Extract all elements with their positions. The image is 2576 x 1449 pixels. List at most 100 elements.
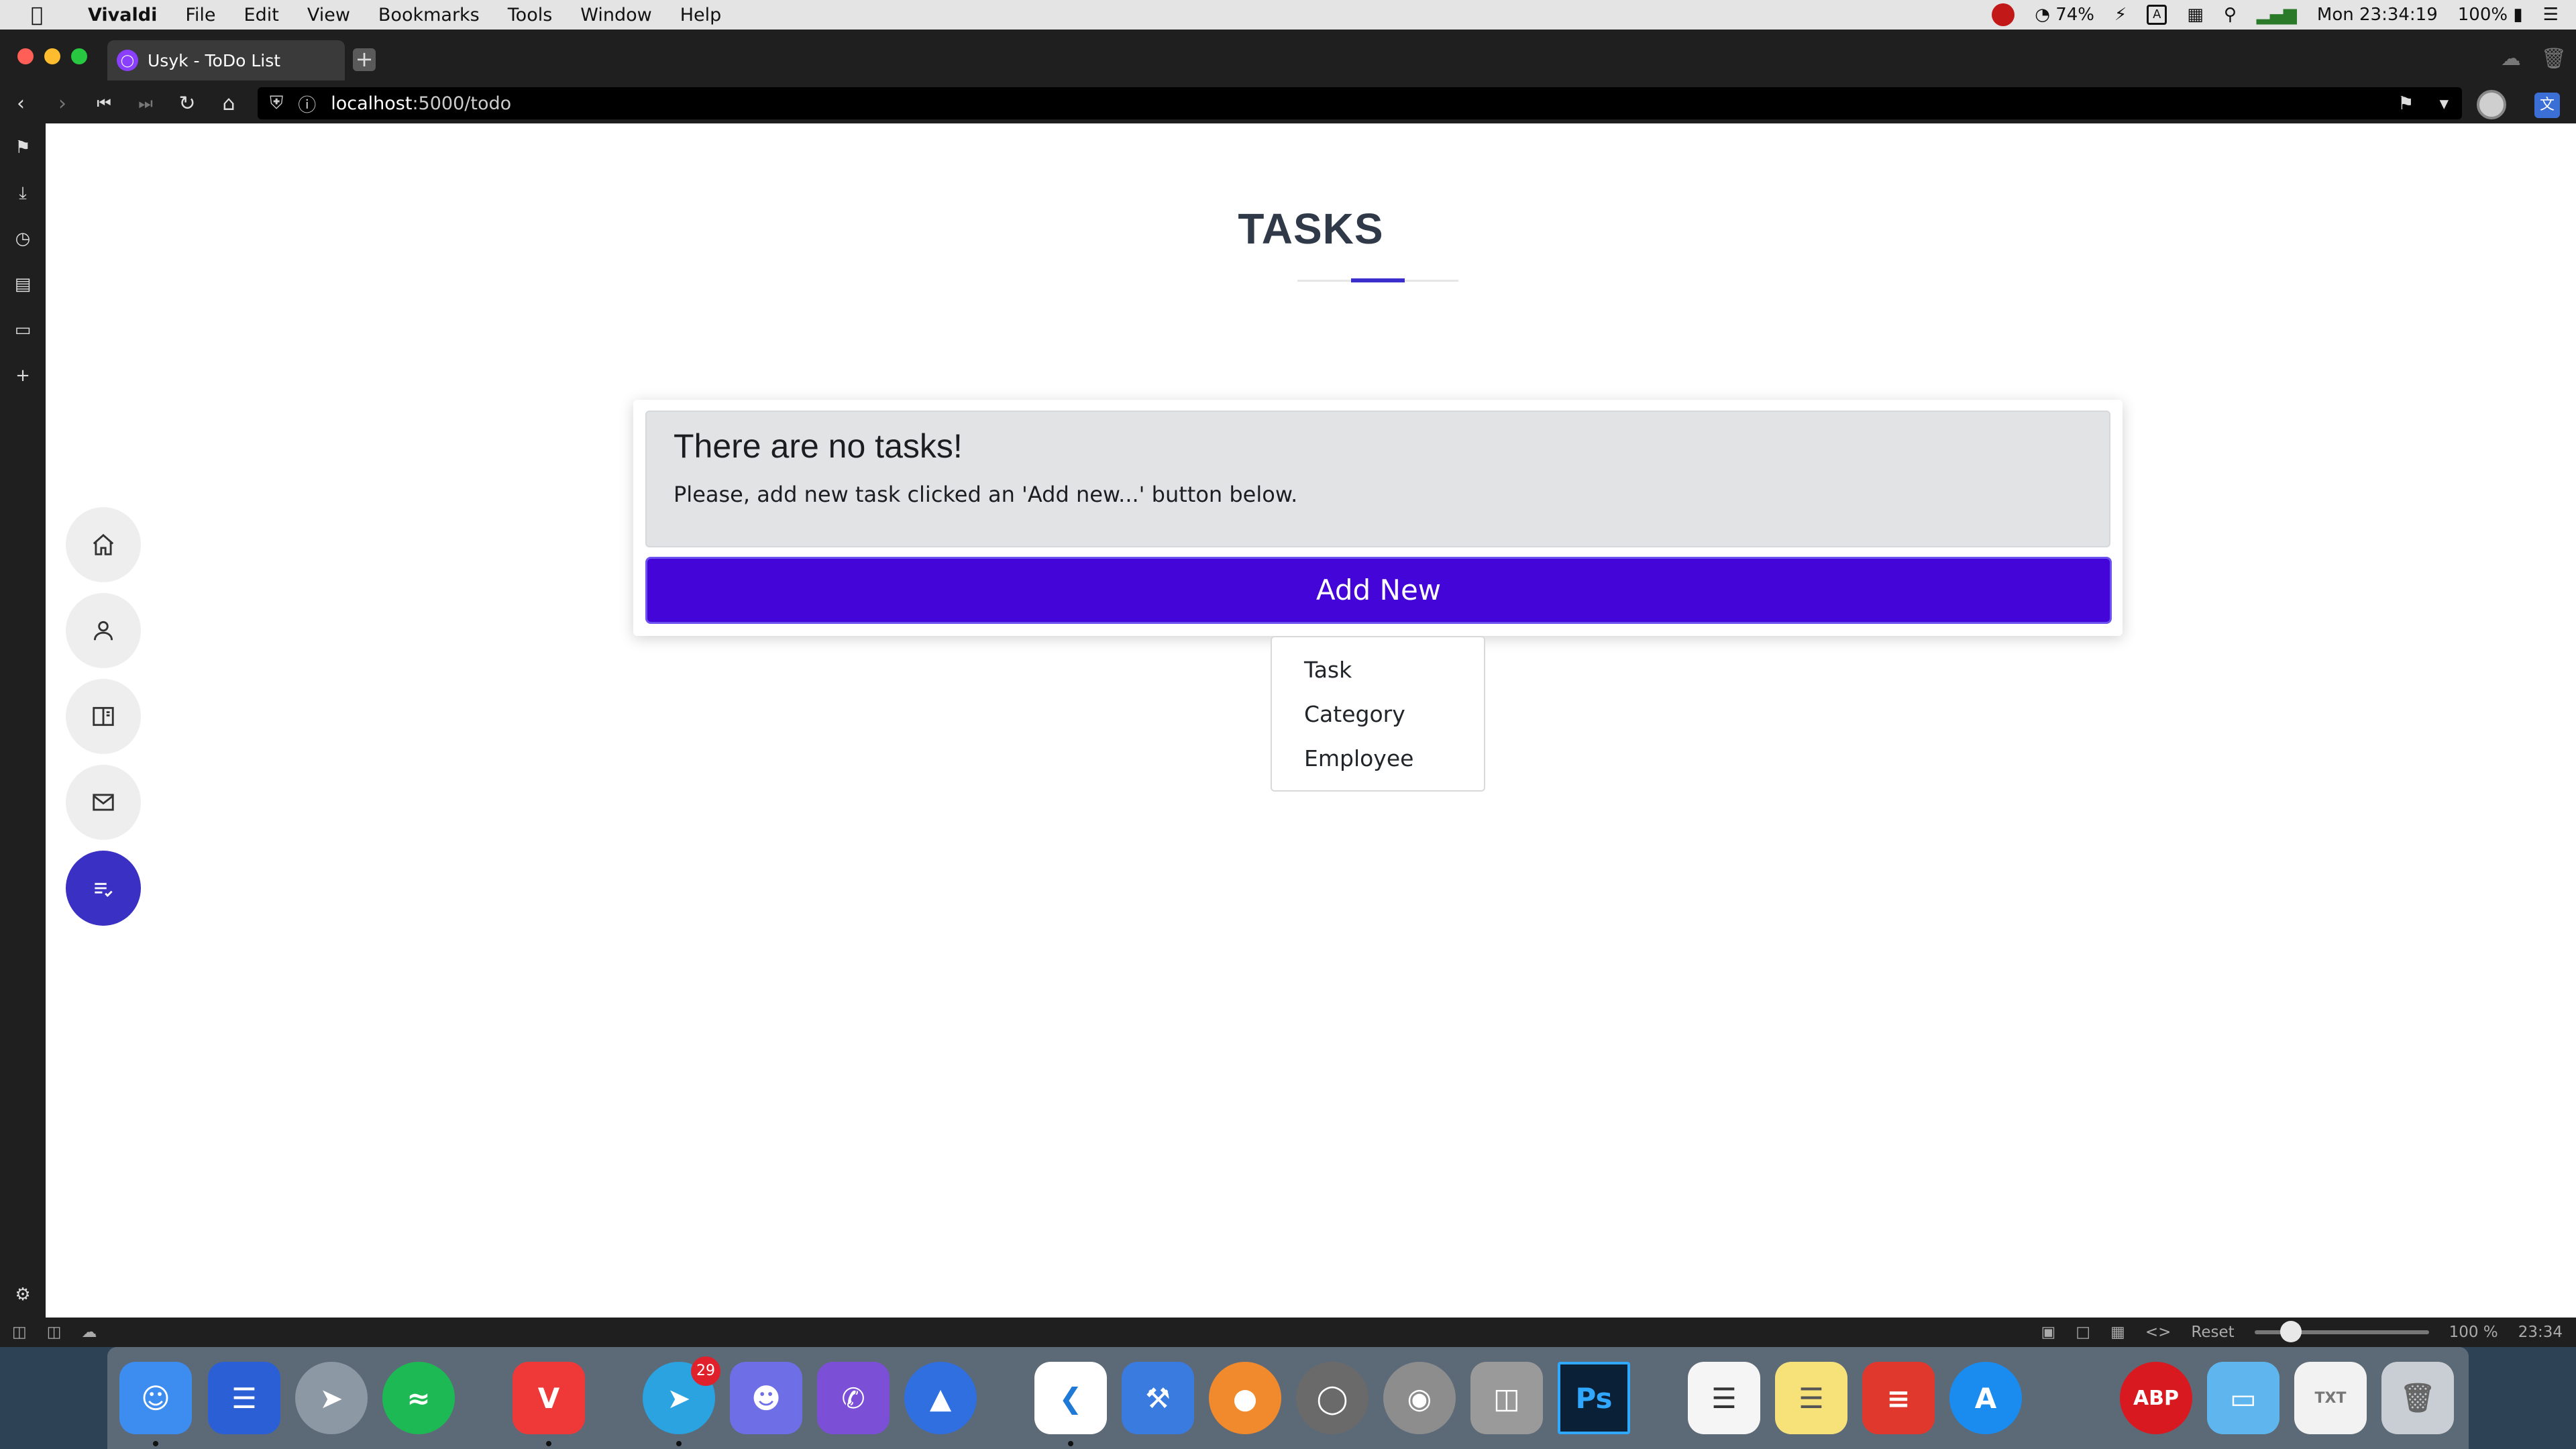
disk-utility-icon[interactable]: ◉ — [1383, 1362, 1456, 1434]
zoom-reset-button[interactable]: Reset — [2191, 1324, 2234, 1341]
reminders-icon[interactable]: ☰ — [1688, 1362, 1760, 1434]
files-app-icon[interactable]: ☰ — [208, 1362, 280, 1434]
menu-bookmarks[interactable]: Bookmarks — [364, 5, 494, 25]
nav-profile-button[interactable] — [66, 593, 141, 668]
keyboard-layout-icon[interactable]: A — [2147, 5, 2167, 25]
fast-forward-icon[interactable]: ⏭ — [125, 94, 166, 113]
forward-icon[interactable]: › — [42, 92, 83, 115]
nav-mail-button[interactable] — [66, 765, 141, 840]
back-icon[interactable]: ‹ — [0, 92, 42, 115]
translate-icon[interactable]: 文 — [2534, 93, 2560, 118]
dropdown-item-task[interactable]: Task — [1272, 648, 1484, 692]
menu-file[interactable]: File — [171, 5, 229, 25]
site-info-icon[interactable]: ⓘ — [298, 91, 316, 117]
nav-book-button[interactable] — [66, 679, 141, 754]
notification-badge-icon[interactable] — [1992, 3, 2015, 26]
todo-page: TASKS There are no tasks! Please, add ne… — [46, 123, 2576, 1318]
cpu-indicator[interactable]: ◔ 74% — [2035, 5, 2094, 25]
zoom-slider-knob[interactable] — [2279, 1321, 2302, 1342]
spotlight-search-icon[interactable]: ⚲ — [2224, 5, 2237, 25]
sync-cloud-icon[interactable]: ☁ — [2501, 47, 2521, 70]
dropdown-item-category[interactable]: Category — [1272, 692, 1484, 737]
mail-icon — [93, 794, 114, 811]
profile-avatar[interactable] — [2477, 90, 2506, 119]
url-text: localhost:5000/todo — [331, 93, 511, 114]
browser-status-bar: ◫ ◫ ☁ ▣ □ ▦ <> Reset 100 % 23:34 — [0, 1318, 2576, 1347]
control-center-icon[interactable]: ☰ — [2543, 5, 2559, 25]
battery-indicator[interactable]: 100% ▮ — [2458, 5, 2523, 25]
todoist-icon[interactable]: ≡ — [1862, 1362, 1935, 1434]
page-actions-icon[interactable]: <> — [2145, 1324, 2171, 1341]
menu-app-vivaldi[interactable]: Vivaldi — [74, 5, 171, 25]
screenshot-camera-icon[interactable]: ▣ — [2041, 1324, 2056, 1341]
window-manager-icon[interactable]: ▦ — [2187, 5, 2204, 25]
apple-menu-icon[interactable]:  — [0, 3, 74, 27]
cloud-icon[interactable]: ☁ — [81, 1324, 97, 1341]
tab-favicon-icon: ◯ — [117, 50, 138, 71]
bookmark-icon[interactable]: ⚑ — [2398, 93, 2414, 114]
page-title: TASKS — [1238, 205, 1384, 253]
page-tiling-icon[interactable]: □ — [2076, 1324, 2090, 1341]
xcode-icon[interactable]: ⚒ — [1122, 1362, 1194, 1434]
tab-title: Usyk - ToDo List — [148, 50, 281, 70]
toggle-panel-icon[interactable]: ◫ — [12, 1324, 27, 1341]
spark-mail-icon[interactable]: ▲ — [904, 1362, 977, 1434]
settings-gear-icon[interactable]: ⚙ — [12, 1284, 34, 1305]
zoom-slider[interactable] — [2254, 1321, 2429, 1342]
photoshop-icon[interactable]: Ps — [1558, 1362, 1630, 1434]
vpn-icon[interactable]: ⚡ — [2114, 5, 2127, 25]
menu-view[interactable]: View — [293, 5, 364, 25]
tableplus-icon[interactable]: ◯ — [1296, 1362, 1368, 1434]
dropdown-item-employee[interactable]: Employee — [1272, 737, 1484, 781]
new-tab-button[interactable]: + — [353, 48, 376, 71]
reload-icon[interactable]: ↻ — [166, 92, 208, 115]
menu-tools[interactable]: Tools — [494, 5, 567, 25]
viber-icon[interactable]: ✆ — [817, 1362, 890, 1434]
tiling-icon[interactable]: ◫ — [47, 1324, 62, 1341]
nav-home-button[interactable] — [66, 507, 141, 582]
trash-can-icon[interactable]: 🗑 — [2541, 47, 2567, 70]
blimp-icon[interactable]: ● — [1209, 1362, 1281, 1434]
browser-tab-active[interactable]: ◯ Usyk - ToDo List — [107, 40, 345, 80]
window-close-button[interactable] — [17, 48, 34, 64]
url-input[interactable]: ⛨ ⓘ localhost:5000/todo ⚑ ▾ — [258, 87, 2462, 119]
history-panel-icon[interactable]: ◷ — [12, 228, 34, 250]
home-page-icon[interactable]: ⌂ — [208, 92, 250, 115]
tasks-card: There are no tasks! Please, add new task… — [633, 400, 2123, 636]
add-new-button[interactable]: Add New — [645, 557, 2112, 624]
trash-icon[interactable]: 🗑 — [2381, 1362, 2454, 1434]
vivaldi-icon[interactable]: V — [513, 1362, 585, 1434]
adblock-plus-icon[interactable]: ABP — [2120, 1362, 2192, 1434]
rewind-icon[interactable]: ⏮ — [83, 94, 125, 113]
nav-tasks-button[interactable] — [66, 851, 141, 926]
vscode-icon[interactable]: ❮ — [1034, 1362, 1107, 1434]
dropdown-chevron-icon[interactable]: ▾ — [2439, 93, 2449, 114]
alert-heading: There are no tasks! — [674, 427, 963, 465]
datetime[interactable]: Mon 23:34:19 — [2317, 5, 2438, 25]
bookmarks-panel-icon[interactable]: ⚑ — [12, 137, 34, 158]
image-toggle-icon[interactable]: ▦ — [2110, 1324, 2125, 1341]
window-zoom-button[interactable] — [71, 48, 87, 64]
menu-edit[interactable]: Edit — [230, 5, 293, 25]
window-minimize-button[interactable] — [44, 48, 60, 64]
shield-icon[interactable]: ⛨ — [270, 93, 283, 114]
notes-panel-icon[interactable]: ▤ — [12, 274, 34, 295]
battery-value: 100% — [2457, 5, 2508, 25]
menu-window[interactable]: Window — [566, 5, 665, 25]
add-panel-icon[interactable]: + — [12, 365, 34, 386]
spotify-icon[interactable]: ≈ — [382, 1362, 455, 1434]
downloads-panel-icon[interactable]: ⤓ — [12, 182, 34, 204]
txt-file-icon[interactable]: TXT — [2294, 1362, 2367, 1434]
launchpad-icon[interactable]: ➤ — [295, 1362, 368, 1434]
app-store-icon[interactable]: A — [1949, 1362, 2022, 1434]
finder-icon[interactable]: ☺ — [119, 1362, 192, 1434]
window-panel-icon[interactable]: ▭ — [12, 319, 34, 341]
dock-shelf — [107, 1347, 2469, 1449]
database-icon[interactable]: ◫ — [1470, 1362, 1543, 1434]
menu-help[interactable]: Help — [666, 5, 736, 25]
discord-icon[interactable]: ☻ — [730, 1362, 802, 1434]
user-icon — [93, 621, 113, 641]
notes-icon[interactable]: ☰ — [1775, 1362, 1847, 1434]
wifi-signal-icon[interactable]: ▂▄▆ — [2257, 5, 2297, 25]
folder-icon[interactable]: ▭ — [2207, 1362, 2279, 1434]
